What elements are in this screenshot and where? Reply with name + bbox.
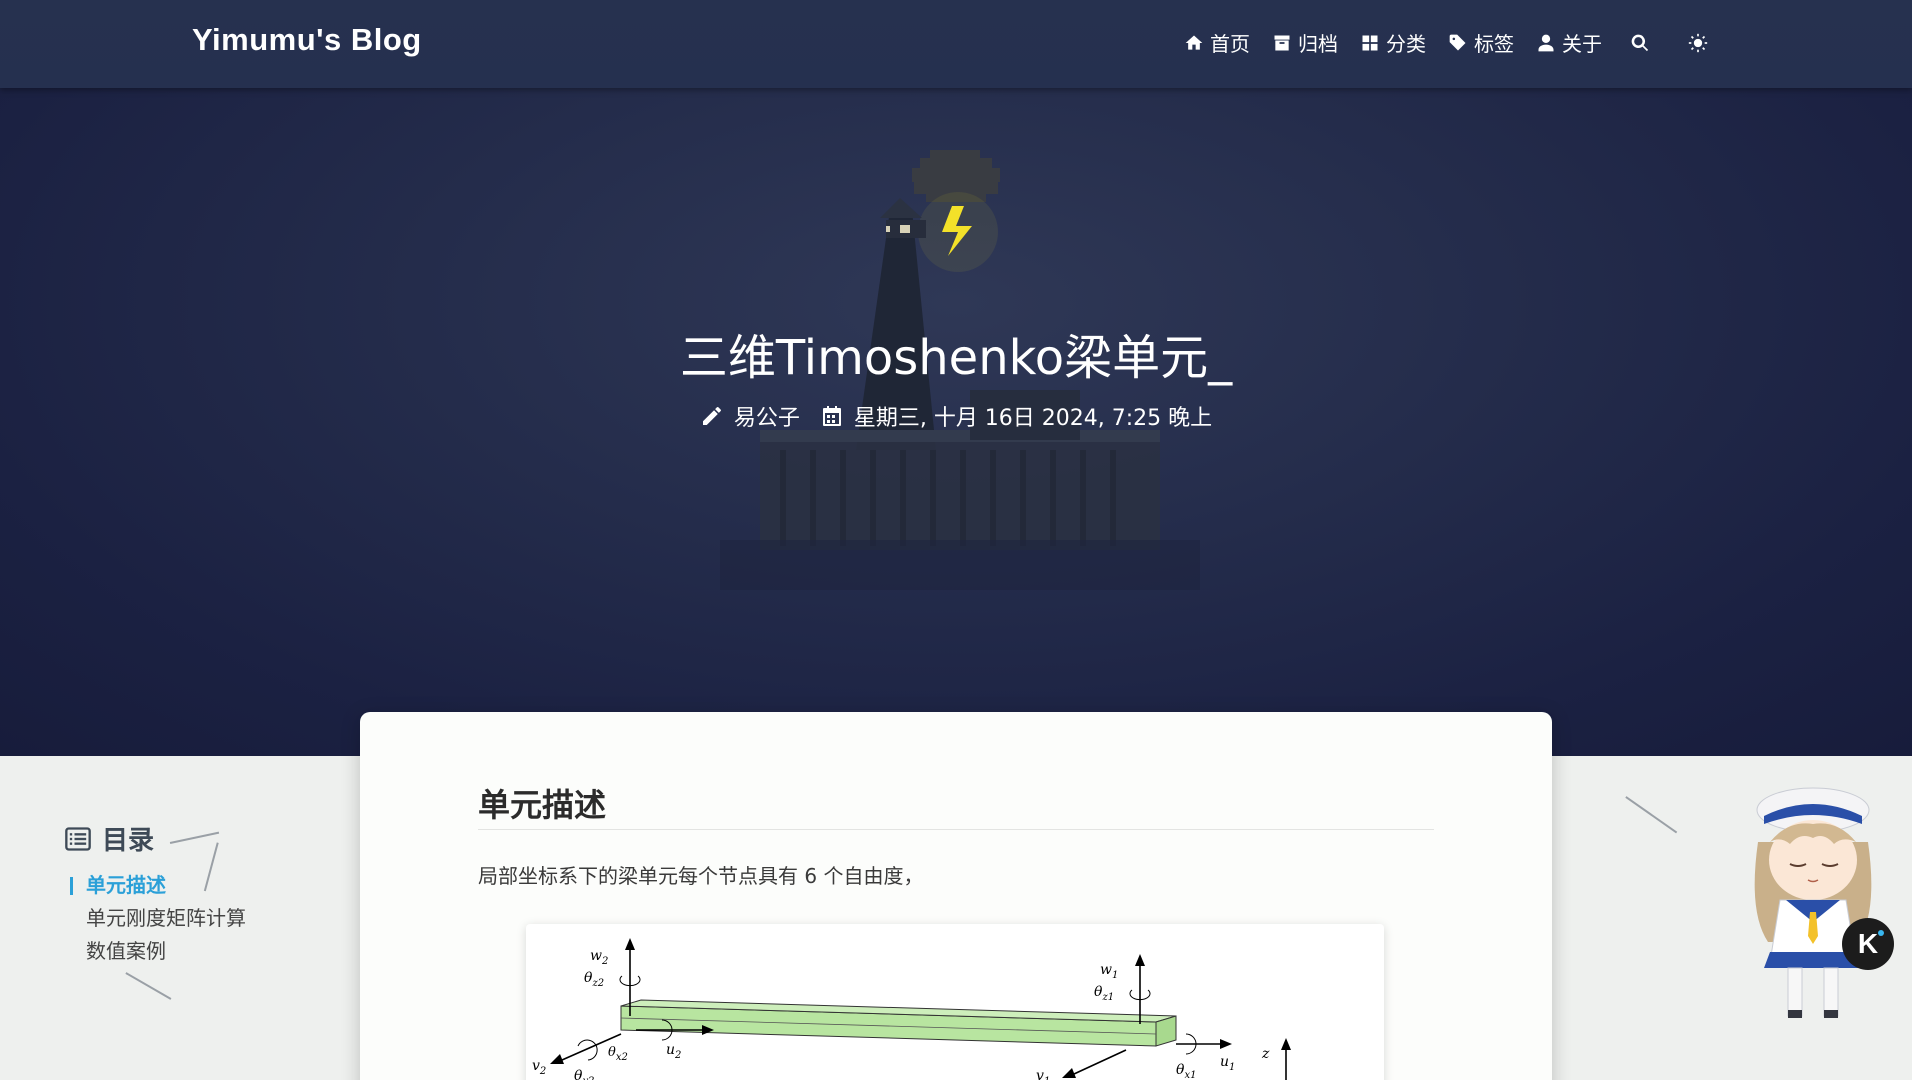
calendar-icon: [822, 406, 841, 426]
site-brand[interactable]: Yimumu's Blog: [192, 22, 422, 58]
category-icon: [1362, 35, 1378, 50]
nav-about-label: 关于: [1562, 32, 1602, 56]
nav-home[interactable]: 首页: [1184, 28, 1250, 57]
search-icon: [1631, 34, 1649, 51]
list-icon: [65, 826, 91, 851]
label-theta-z1: θz1: [1094, 984, 1114, 1003]
nav-archive[interactable]: 归档: [1272, 28, 1338, 57]
user-icon: [1538, 34, 1554, 51]
nav-archive-label: 归档: [1298, 32, 1338, 56]
theme-toggle-button[interactable]: [1688, 33, 1708, 53]
mascot-character: [1754, 787, 1872, 1018]
nav-categories[interactable]: 分类: [1360, 28, 1426, 57]
decoration-line: [1625, 796, 1678, 833]
label-v1: v1: [1036, 1068, 1050, 1080]
label-theta-x2: θx2: [608, 1045, 628, 1063]
label-theta-x1: θx1: [1176, 1062, 1196, 1080]
label-w2: w2: [590, 948, 608, 967]
toc-list: 单元描述 单元刚度矩阵计算 数值案例: [64, 869, 246, 968]
widget-badge-button[interactable]: K: [1842, 918, 1894, 970]
nav-home-label: 首页: [1210, 32, 1250, 56]
post-meta: 易公子 星期三, 十月 16日 2024, 7:25 晚上: [0, 400, 1912, 432]
decoration-line: [125, 972, 172, 1000]
toc-header: 目录: [64, 820, 246, 857]
post-title: 三维Timoshenko梁单元_: [679, 330, 1233, 386]
nav-tags[interactable]: 标签: [1448, 28, 1514, 57]
date-text: 星期三, 十月 16日 2024, 7:25 晚上: [853, 406, 1213, 431]
archive-icon: [1274, 35, 1290, 50]
nav-about[interactable]: 关于: [1536, 28, 1602, 57]
toc-item-unit-description[interactable]: 单元描述: [64, 869, 246, 902]
label-u1: u1: [1220, 1054, 1235, 1073]
label-w1: w1: [1100, 962, 1118, 981]
toc-item-stiffness-matrix[interactable]: 单元刚度矩阵计算: [64, 902, 246, 935]
label-u2: u2: [666, 1042, 681, 1061]
nav-categories-label: 分类: [1386, 32, 1426, 56]
author-name: 易公子: [733, 406, 800, 431]
nav-tags-label: 标签: [1474, 32, 1514, 56]
label-theta-z2: θz2: [584, 970, 604, 989]
label-v2: v2: [532, 1058, 546, 1077]
main-nav: 首页 归档 分类 标签 关于: [1184, 28, 1740, 57]
table-of-contents: 目录 单元描述 单元刚度矩阵计算 数值案例: [64, 820, 246, 968]
label-z: z: [1261, 1046, 1270, 1062]
sun-icon: [1688, 33, 1708, 52]
toc-title: 目录: [102, 826, 155, 856]
toc-item-numeric-example[interactable]: 数值案例: [64, 935, 246, 968]
post-content-card: 单元描述 局部坐标系下的梁单元每个节点具有 6 个自由度， w2 θz2 u2 …: [360, 712, 1552, 1080]
section-heading: 单元描述: [478, 786, 607, 824]
top-navbar: Yimumu's Blog 首页 归档 分类 标签 关于: [0, 0, 1912, 88]
home-icon: [1185, 35, 1203, 50]
hero-banner: 三维Timoshenko梁单元_ 易公子 星期三, 十月 16日 2024, 7…: [0, 0, 1912, 756]
pen-icon: [702, 407, 721, 425]
heading-divider: [478, 829, 1434, 830]
post-date: 星期三, 十月 16日 2024, 7:25 晚上: [820, 400, 1212, 432]
content-paragraph: 局部坐标系下的梁单元每个节点具有 6 个自由度，: [478, 864, 924, 888]
tag-icon: [1449, 34, 1466, 50]
search-button[interactable]: [1630, 33, 1650, 53]
post-author: 易公子: [700, 400, 800, 432]
label-theta-y2: θy2: [574, 1068, 594, 1080]
beam-diagram: w2 θz2 u2 θx2 v2 θy2 w1 θz1: [532, 938, 1291, 1080]
beam-element-figure: w2 θz2 u2 θx2 v2 θy2 w1 θz1: [526, 924, 1384, 1080]
